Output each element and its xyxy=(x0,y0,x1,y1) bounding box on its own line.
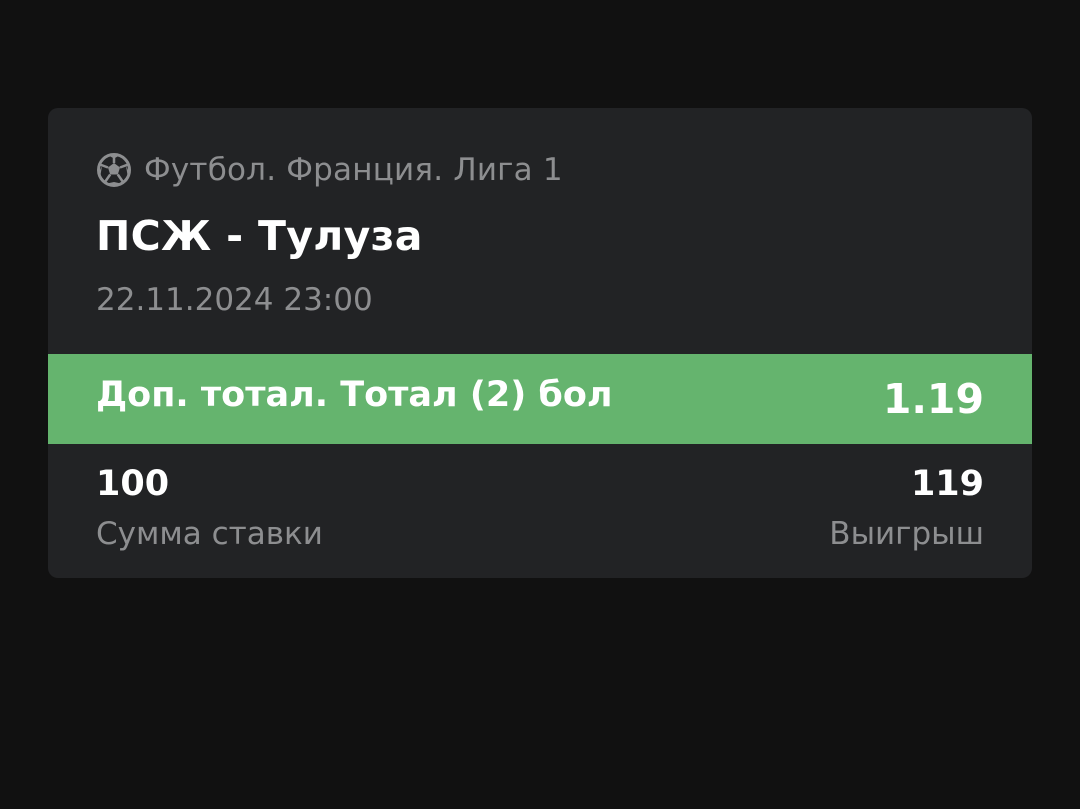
match-header: Футбол. Франция. Лига 1 ПСЖ - Тулуза 22.… xyxy=(96,150,984,318)
stake-amount: 100 xyxy=(96,464,170,504)
win-label: Выигрыш xyxy=(829,516,984,552)
league-row: Футбол. Франция. Лига 1 xyxy=(96,150,984,190)
match-datetime: 22.11.2024 23:00 xyxy=(96,282,373,318)
bet-card[interactable]: Футбол. Франция. Лига 1 ПСЖ - Тулуза 22.… xyxy=(48,108,1032,578)
win-block: 119 Выигрыш xyxy=(829,464,984,552)
bet-selection-bar[interactable]: Доп. тотал. Тотал (2) бол 1.19 xyxy=(48,354,1032,444)
stake-label: Сумма ставки xyxy=(96,516,323,552)
bet-odds-value: 1.19 xyxy=(882,375,984,423)
bet-summary: 100 Сумма ставки 119 Выигрыш xyxy=(96,464,984,552)
stake-block: 100 Сумма ставки xyxy=(96,464,323,552)
match-title: ПСЖ - Тулуза xyxy=(96,212,423,260)
league-label: Футбол. Франция. Лига 1 xyxy=(144,152,563,188)
soccer-ball-icon xyxy=(96,152,132,188)
bet-market-label: Доп. тотал. Тотал (2) бол xyxy=(96,375,613,415)
win-amount: 119 xyxy=(910,464,984,504)
